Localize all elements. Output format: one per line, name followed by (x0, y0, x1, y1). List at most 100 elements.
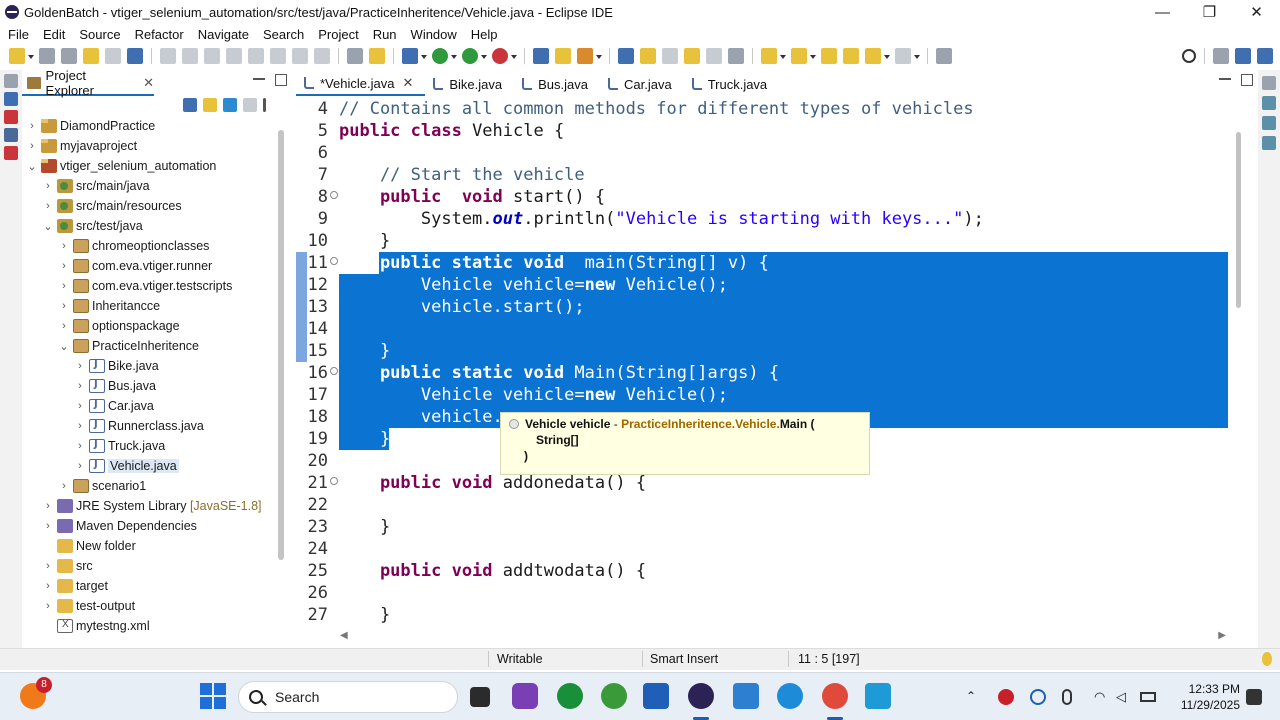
xbox-icon[interactable] (557, 683, 583, 709)
junit-icon[interactable] (4, 128, 18, 142)
battery-icon[interactable] (1140, 692, 1156, 702)
java-perspective-icon[interactable] (1257, 48, 1273, 64)
save-icon[interactable] (39, 48, 55, 64)
tab-car-java[interactable]: Car.java (600, 72, 684, 96)
edge-icon[interactable] (777, 683, 803, 709)
minimize-view-icon[interactable] (253, 74, 265, 80)
tree-item[interactable]: › optionspackage (58, 316, 180, 336)
tree-item[interactable]: › Maven Dependencies (42, 516, 197, 536)
tree-item[interactable]: › target (42, 576, 108, 596)
chevron-right-icon[interactable]: › (42, 600, 54, 612)
chevron-down-icon[interactable]: ⌄ (42, 220, 54, 233)
code-line[interactable]: 16 public static void Main(String[]args)… (296, 362, 1234, 384)
tree-item[interactable]: ›Truck.java (74, 436, 165, 456)
code-line[interactable]: 9 System.out.println("Vehicle is startin… (296, 208, 1234, 230)
tree-item[interactable]: › com.eva.vtiger.testscripts (58, 276, 232, 296)
tree-item[interactable]: ⌄ vtiger_selenium_automation (26, 156, 216, 176)
back-dropdown-icon[interactable] (884, 48, 890, 64)
tree-item[interactable]: › chromeoptionclasses (58, 236, 209, 256)
terminal-icon[interactable] (127, 48, 143, 64)
utorrent-icon[interactable] (601, 683, 627, 709)
sync-icon[interactable] (1030, 689, 1046, 705)
previous-annotation-dropdown-icon[interactable] (810, 48, 816, 64)
menu-edit[interactable]: Edit (38, 27, 70, 42)
resume-icon[interactable] (182, 48, 198, 64)
tip-icon[interactable] (1262, 652, 1272, 666)
forward-arrow-icon[interactable] (895, 48, 911, 64)
code-line[interactable]: 7 // Start the vehicle (296, 164, 1234, 186)
search-icon[interactable] (1182, 49, 1196, 63)
minimize-button[interactable]: — (1139, 0, 1186, 24)
chevron-right-icon[interactable]: › (74, 460, 86, 472)
fold-toggle-icon[interactable] (330, 477, 338, 485)
tree-item[interactable]: ›Bus.java (74, 376, 156, 396)
task-list-icon[interactable] (4, 146, 18, 160)
tree-item[interactable]: › test-output (42, 596, 135, 616)
code-line[interactable]: 15 } (296, 340, 1234, 362)
collapse-all-icon[interactable] (183, 98, 197, 112)
chevron-right-icon[interactable]: › (74, 360, 86, 372)
debug-dropdown-icon[interactable] (421, 48, 427, 64)
maximize-button[interactable]: ❐ (1186, 0, 1233, 24)
fold-toggle-icon[interactable] (330, 257, 338, 265)
tab-bus-java[interactable]: Bus.java (514, 72, 600, 96)
previous-annotation-icon[interactable] (791, 48, 807, 64)
external-tools-icon[interactable] (492, 48, 508, 64)
code-line[interactable]: 23 } (296, 516, 1234, 538)
close-button[interactable]: ✕ (1233, 0, 1280, 24)
tree-item[interactable]: › src (42, 556, 93, 576)
save-all-icon[interactable] (61, 48, 77, 64)
chevron-right-icon[interactable]: › (26, 120, 38, 132)
notepad-icon[interactable] (733, 683, 759, 709)
restore-icon[interactable] (4, 74, 18, 88)
code-editor[interactable]: 4 // Contains all common methods for diff… (296, 98, 1234, 628)
show-hidden-icons-icon[interactable]: ⌃ (966, 689, 982, 705)
breakpoints-icon[interactable] (1262, 116, 1276, 130)
clock[interactable]: 12:33 PM 11/29/2025 (1180, 681, 1240, 713)
tree-item[interactable]: ⌄ PracticeInheritence (58, 336, 199, 356)
chevron-right-icon[interactable]: › (74, 420, 86, 432)
coverage-icon[interactable] (462, 48, 478, 64)
code-line[interactable]: 10 } (296, 230, 1234, 252)
new-icon[interactable] (9, 48, 25, 64)
pin-editor-icon[interactable] (936, 48, 952, 64)
variables-icon[interactable] (1262, 96, 1276, 110)
run-dropdown-icon[interactable] (451, 48, 457, 64)
code-line[interactable]: 21 public void addonedata() { (296, 472, 1234, 494)
word-wrap-icon[interactable] (684, 48, 700, 64)
scroll-left-icon[interactable]: ◀ (340, 630, 348, 641)
project-explorer-scrollbar[interactable] (278, 130, 284, 560)
back-icon[interactable] (843, 48, 859, 64)
photos-app-icon[interactable] (512, 683, 538, 709)
microphone-icon[interactable] (1062, 689, 1072, 705)
view-menu-icon[interactable] (263, 98, 266, 112)
tree-item[interactable]: › Inheritancce (58, 296, 160, 316)
fold-toggle-icon[interactable] (330, 191, 338, 199)
code-line[interactable]: 5 public class Vehicle { (296, 120, 1234, 142)
java-ee-perspective-icon[interactable] (1235, 48, 1251, 64)
taskbar-search-input[interactable]: Search (238, 681, 458, 713)
tree-item-selected[interactable]: ›Vehicle.java (74, 456, 179, 476)
security-icon[interactable] (998, 689, 1014, 705)
chevron-right-icon[interactable]: › (58, 300, 70, 312)
back-arrow-icon[interactable] (865, 48, 881, 64)
chevron-right-icon[interactable]: › (58, 240, 70, 252)
step-return-icon[interactable] (314, 48, 330, 64)
external-tools-dropdown-icon[interactable] (511, 48, 517, 64)
menu-window[interactable]: Window (406, 27, 462, 42)
maximize-editor-icon[interactable] (1241, 74, 1253, 86)
tree-item[interactable]: ⌄ src/test/java (42, 216, 143, 236)
undo-icon[interactable] (83, 48, 99, 64)
chevron-right-icon[interactable]: › (58, 480, 70, 492)
tree-item[interactable]: › scenario1 (58, 476, 146, 496)
last-edit-icon[interactable] (821, 48, 837, 64)
step-over-icon[interactable] (292, 48, 308, 64)
expressions-icon[interactable] (1262, 136, 1276, 150)
tree-item[interactable]: › JRE System Library [JavaSE-1.8] (42, 496, 262, 516)
chevron-down-icon[interactable]: ⌄ (26, 160, 38, 173)
maximize-view-icon[interactable] (275, 74, 287, 86)
tree-item[interactable]: mytestng.xml (42, 616, 150, 636)
menu-refactor[interactable]: Refactor (130, 27, 189, 42)
chevron-right-icon[interactable]: › (74, 440, 86, 452)
next-annotation-dropdown-icon[interactable] (780, 48, 786, 64)
